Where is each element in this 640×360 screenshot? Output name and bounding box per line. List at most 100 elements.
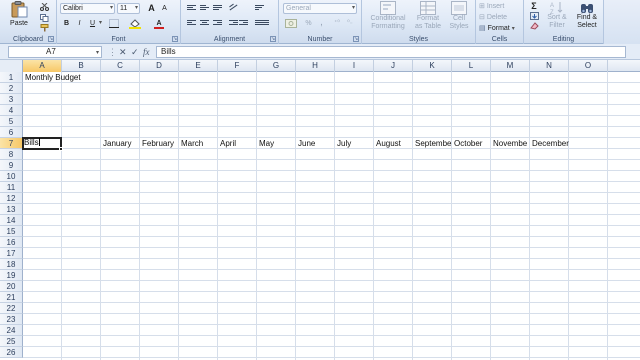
align-left-icon[interactable]	[187, 20, 196, 28]
row-header-10[interactable]: 10	[0, 171, 23, 182]
insert-button[interactable]: ⊞ Insert	[478, 1, 520, 12]
row-header-5[interactable]: 5	[0, 116, 23, 127]
cell-g7-month[interactable]: May	[257, 138, 296, 149]
column-header-i[interactable]: I	[335, 60, 374, 72]
align-right-icon[interactable]	[213, 20, 222, 28]
font-name-dropdown[interactable]: Calibri ▾	[60, 3, 115, 14]
row-header-13[interactable]: 13	[0, 204, 23, 215]
conditional-formatting-button[interactable]: Conditional Formatting	[366, 1, 410, 35]
active-cell-a7[interactable]: Bills	[22, 137, 62, 150]
orientation-icon[interactable]	[229, 3, 238, 13]
column-header-b[interactable]: B	[62, 60, 101, 72]
borders-button[interactable]	[107, 18, 121, 29]
font-size-dropdown[interactable]: 11 ▾	[117, 3, 140, 14]
clear-icon[interactable]	[530, 22, 539, 32]
column-header-e[interactable]: E	[179, 60, 218, 72]
decrease-indent-icon[interactable]	[229, 20, 238, 28]
row-header-24[interactable]: 24	[0, 325, 23, 336]
cell-i7-month[interactable]: July	[335, 138, 374, 149]
column-header-c[interactable]: C	[101, 60, 140, 72]
cell-a1[interactable]: Monthly Budget	[23, 72, 101, 83]
increase-indent-icon[interactable]	[239, 20, 248, 28]
row-header-19[interactable]: 19	[0, 270, 23, 281]
fill-color-button[interactable]	[127, 18, 143, 29]
row-header-25[interactable]: 25	[0, 336, 23, 347]
italic-button[interactable]: I	[74, 18, 85, 29]
cell-m7-month[interactable]: Novembe	[491, 138, 530, 149]
sort-filter-button[interactable]: AZ Sort & Filter	[544, 1, 570, 35]
align-middle-icon[interactable]	[200, 5, 209, 13]
row-header-4[interactable]: 4	[0, 105, 23, 116]
align-center-icon[interactable]	[200, 20, 209, 28]
fill-icon[interactable]	[530, 12, 539, 22]
comma-style-button[interactable]: ,	[316, 18, 327, 29]
row-header-7[interactable]: 7	[0, 138, 23, 149]
decrease-decimal-button[interactable]: ⁰₋	[344, 18, 356, 29]
cancel-entry-icon[interactable]: ✕	[119, 46, 127, 58]
font-color-button[interactable]: A	[151, 18, 167, 29]
row-header-1[interactable]: 1	[0, 72, 23, 83]
merge-center-icon[interactable]	[255, 20, 269, 28]
column-header-l[interactable]: L	[452, 60, 491, 72]
cell-e7-month[interactable]: March	[179, 138, 218, 149]
column-header-j[interactable]: J	[374, 60, 413, 72]
row-header-8[interactable]: 8	[0, 149, 23, 160]
insert-function-button[interactable]: fx	[143, 46, 150, 58]
format-button[interactable]: ▤ Format ▾	[478, 23, 522, 34]
formula-bar-grip-icon[interactable]: ⋮	[108, 46, 117, 58]
number-format-dropdown[interactable]: General ▾	[283, 3, 357, 14]
cell-c7-month[interactable]: January	[101, 138, 140, 149]
row-header-3[interactable]: 3	[0, 94, 23, 105]
row-header-18[interactable]: 18	[0, 259, 23, 270]
column-header-h[interactable]: H	[296, 60, 335, 72]
row-header-9[interactable]: 9	[0, 160, 23, 171]
font-dialog-launcher[interactable]: ↘	[172, 36, 178, 42]
row-header-26[interactable]: 26	[0, 347, 23, 358]
cell-k7-month[interactable]: Septembe	[413, 138, 452, 149]
delete-button[interactable]: ⊟ Delete	[478, 12, 520, 23]
align-top-icon[interactable]	[187, 5, 196, 13]
column-header-o[interactable]: O	[569, 60, 608, 72]
cell-n7-month[interactable]: December	[530, 138, 569, 149]
percent-style-button[interactable]: %	[303, 18, 314, 29]
clipboard-dialog-launcher[interactable]: ↘	[48, 36, 54, 42]
cell-h7-month[interactable]: June	[296, 138, 335, 149]
autosum-button[interactable]: Σ	[527, 1, 541, 12]
cell-f7-month[interactable]: April	[218, 138, 257, 149]
format-painter-icon[interactable]	[40, 24, 49, 32]
row-header-23[interactable]: 23	[0, 314, 23, 325]
increase-decimal-button[interactable]: ⁺⁰	[331, 18, 343, 29]
row-header-6[interactable]: 6	[0, 127, 23, 138]
format-as-table-button[interactable]: Format as Table	[412, 1, 444, 35]
align-bottom-icon[interactable]	[213, 5, 222, 13]
column-header-m[interactable]: M	[491, 60, 530, 72]
accounting-format-button[interactable]	[283, 18, 299, 29]
column-header-f[interactable]: F	[218, 60, 257, 72]
row-header-16[interactable]: 16	[0, 237, 23, 248]
number-dialog-launcher[interactable]: ↘	[353, 36, 359, 42]
row-header-22[interactable]: 22	[0, 303, 23, 314]
underline-button[interactable]: U	[87, 18, 98, 29]
cell-styles-button[interactable]: Cell Styles	[446, 1, 472, 35]
grow-font-button[interactable]: A	[146, 3, 157, 14]
copy-icon[interactable]	[40, 14, 49, 22]
confirm-entry-icon[interactable]: ✓	[131, 46, 139, 58]
cell-l7-month[interactable]: October	[452, 138, 491, 149]
cell-j7-month[interactable]: August	[374, 138, 413, 149]
row-header-15[interactable]: 15	[0, 226, 23, 237]
paste-button[interactable]: Paste	[4, 1, 34, 32]
fill-handle[interactable]	[59, 147, 63, 151]
formula-input[interactable]: Bills	[156, 46, 626, 58]
row-header-11[interactable]: 11	[0, 182, 23, 193]
wrap-text-icon[interactable]	[255, 5, 264, 13]
column-header-k[interactable]: K	[413, 60, 452, 72]
row-header-2[interactable]: 2	[0, 83, 23, 94]
select-all-button[interactable]	[0, 60, 23, 72]
bold-button[interactable]: B	[61, 18, 72, 29]
column-header-a[interactable]: A	[23, 60, 62, 72]
column-header-d[interactable]: D	[140, 60, 179, 72]
cell-d7-month[interactable]: February	[140, 138, 179, 149]
alignment-dialog-launcher[interactable]: ↘	[270, 36, 276, 42]
row-header-12[interactable]: 12	[0, 193, 23, 204]
cell-area[interactable]: Monthly Budget Bills January February Marc…	[22, 72, 640, 360]
